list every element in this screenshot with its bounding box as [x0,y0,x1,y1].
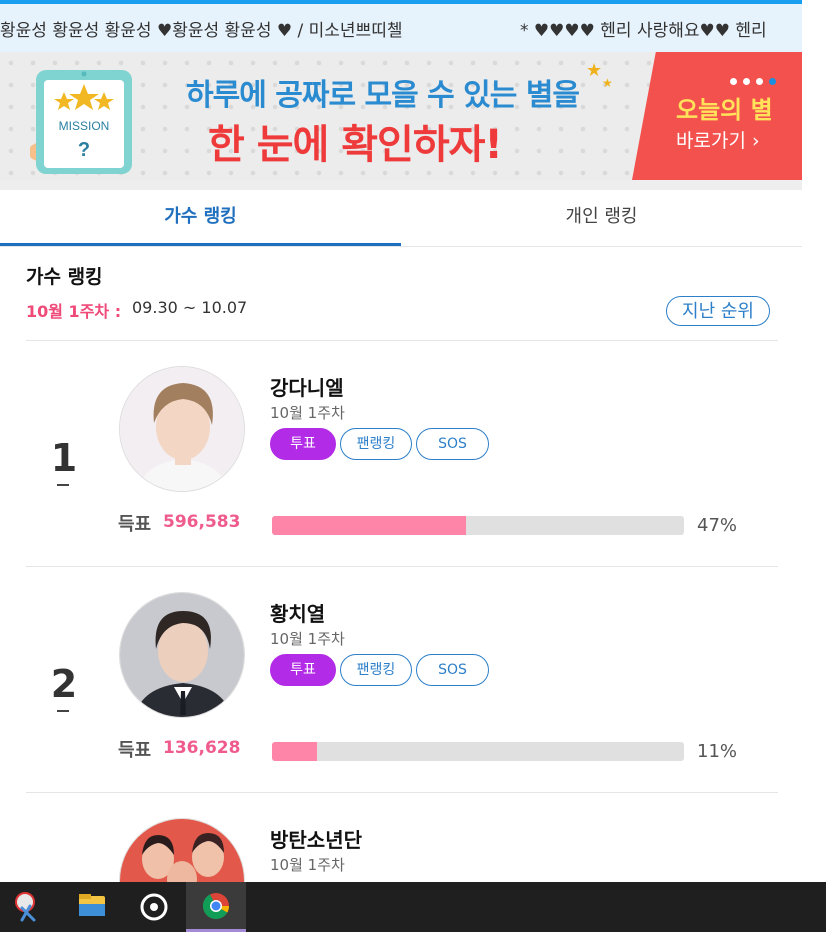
banner-cta-title[interactable]: 오늘의 별 [676,90,773,125]
vote-share-fill [272,516,466,535]
week-label: 10월 1주차 : [26,302,122,321]
slide-dot[interactable] [730,78,737,85]
votes-label: 득표 [118,740,152,761]
ranking-entry: 방탄소년단 10월 1주차 [0,818,802,882]
rank-number: 1 [50,436,78,480]
groove-music-taskbar-button[interactable] [124,882,184,932]
divider [26,340,778,341]
tab-singer-ranking[interactable]: 가수 랭킹 [0,190,401,246]
banner-headline: 하루에 공짜로 모을 수 있는 별을 [186,78,580,113]
vote-button[interactable]: 투표 [270,428,336,460]
artist-photo [120,593,244,717]
artist-photo [120,819,244,882]
artist-avatar[interactable] [119,592,245,718]
sparkle-star-icon: ★ [586,60,603,81]
fan-ranking-button[interactable]: 팬랭킹 [340,428,412,460]
chrome-icon [202,893,230,920]
votes-count: 596,583 [163,512,241,532]
ticker-text-left: 황윤성 황윤성 황윤성 ♥황윤성 황윤성 ♥ / 미소년쁘띠첼 [0,21,403,41]
banner-cta-link[interactable]: 바로가기 › [676,126,760,153]
mission-banner[interactable]: MISSION ? 하루에 공짜로 모을 수 있는 별을 한 눈에 확인하자! … [0,52,802,180]
votes-count: 136,628 [163,738,241,758]
ranking-tabs: 가수 랭킹 개인 랭킹 [0,190,802,247]
file-explorer-icon [79,894,105,916]
banner-divider [0,180,802,190]
section-title: 가수 랭킹 [26,266,103,288]
groove-music-icon [140,893,168,921]
chrome-taskbar-button[interactable] [186,882,246,932]
sos-button[interactable]: SOS [416,428,489,460]
artist-avatar[interactable] [119,818,245,882]
mission-question-mark: ? [78,139,90,161]
slide-dot[interactable] [743,78,750,85]
previous-ranking-button[interactable]: 지난 순위 [666,296,770,326]
ticker-bar: 황윤성 황윤성 황윤성 ♥황윤성 황윤성 ♥ / 미소년쁘띠첼 * ♥♥♥♥ 헨… [0,4,802,52]
rank-number: 2 [50,662,78,706]
artist-name[interactable]: 황치열 [270,598,325,627]
snipping-tool-icon [15,892,36,922]
artist-photo [120,367,244,491]
vote-share-bar [272,516,684,535]
artist-avatar[interactable] [119,366,245,492]
sparkle-star-icon: ★ [602,76,613,90]
date-range: 09.30 ~ 10.07 [132,298,248,317]
banner-subheadline: 한 눈에 확인하자! [208,122,503,168]
sos-button[interactable]: SOS [416,654,489,686]
tab-personal-ranking[interactable]: 개인 랭킹 [401,190,802,246]
artist-name[interactable]: 방탄소년단 [270,824,362,853]
fan-ranking-button[interactable]: 팬랭킹 [340,654,412,686]
votes-label: 득표 [118,514,152,535]
windows-taskbar [0,882,826,932]
mission-label: MISSION [59,119,110,133]
ticker-text-right: * ♥♥♥♥ 헨리 사랑해요♥♥ 헨리 [520,21,767,41]
vote-share-fill [272,742,318,761]
mission-phone-illustration: MISSION ? [30,70,132,174]
snipping-tool-taskbar-button[interactable] [0,882,60,932]
slide-indicator [730,70,782,89]
slide-dot-active[interactable] [769,78,776,85]
rank-unchanged-icon [57,484,69,486]
artist-week: 10월 1주차 [270,856,345,874]
rank-unchanged-icon [57,710,69,712]
vote-share-bar [272,742,684,761]
artist-name[interactable]: 강다니엘 [270,372,344,401]
divider [26,566,778,567]
divider [26,792,778,793]
ranking-entry: 1 강다니엘 10월 1주차 투표 팬랭킹 SOS 득표 596,583 47% [0,366,802,592]
vote-share-percent: 47% [697,515,738,536]
vote-button[interactable]: 투표 [270,654,336,686]
artist-week: 10월 1주차 [270,404,345,422]
ranking-entry: 2 황치열 10월 1주차 투표 팬랭킹 SOS 득표 136,628 11% [0,592,802,818]
slide-dot[interactable] [756,78,763,85]
artist-week: 10월 1주차 [270,630,345,648]
file-explorer-taskbar-button[interactable] [62,882,122,932]
vote-share-percent: 11% [697,741,738,762]
